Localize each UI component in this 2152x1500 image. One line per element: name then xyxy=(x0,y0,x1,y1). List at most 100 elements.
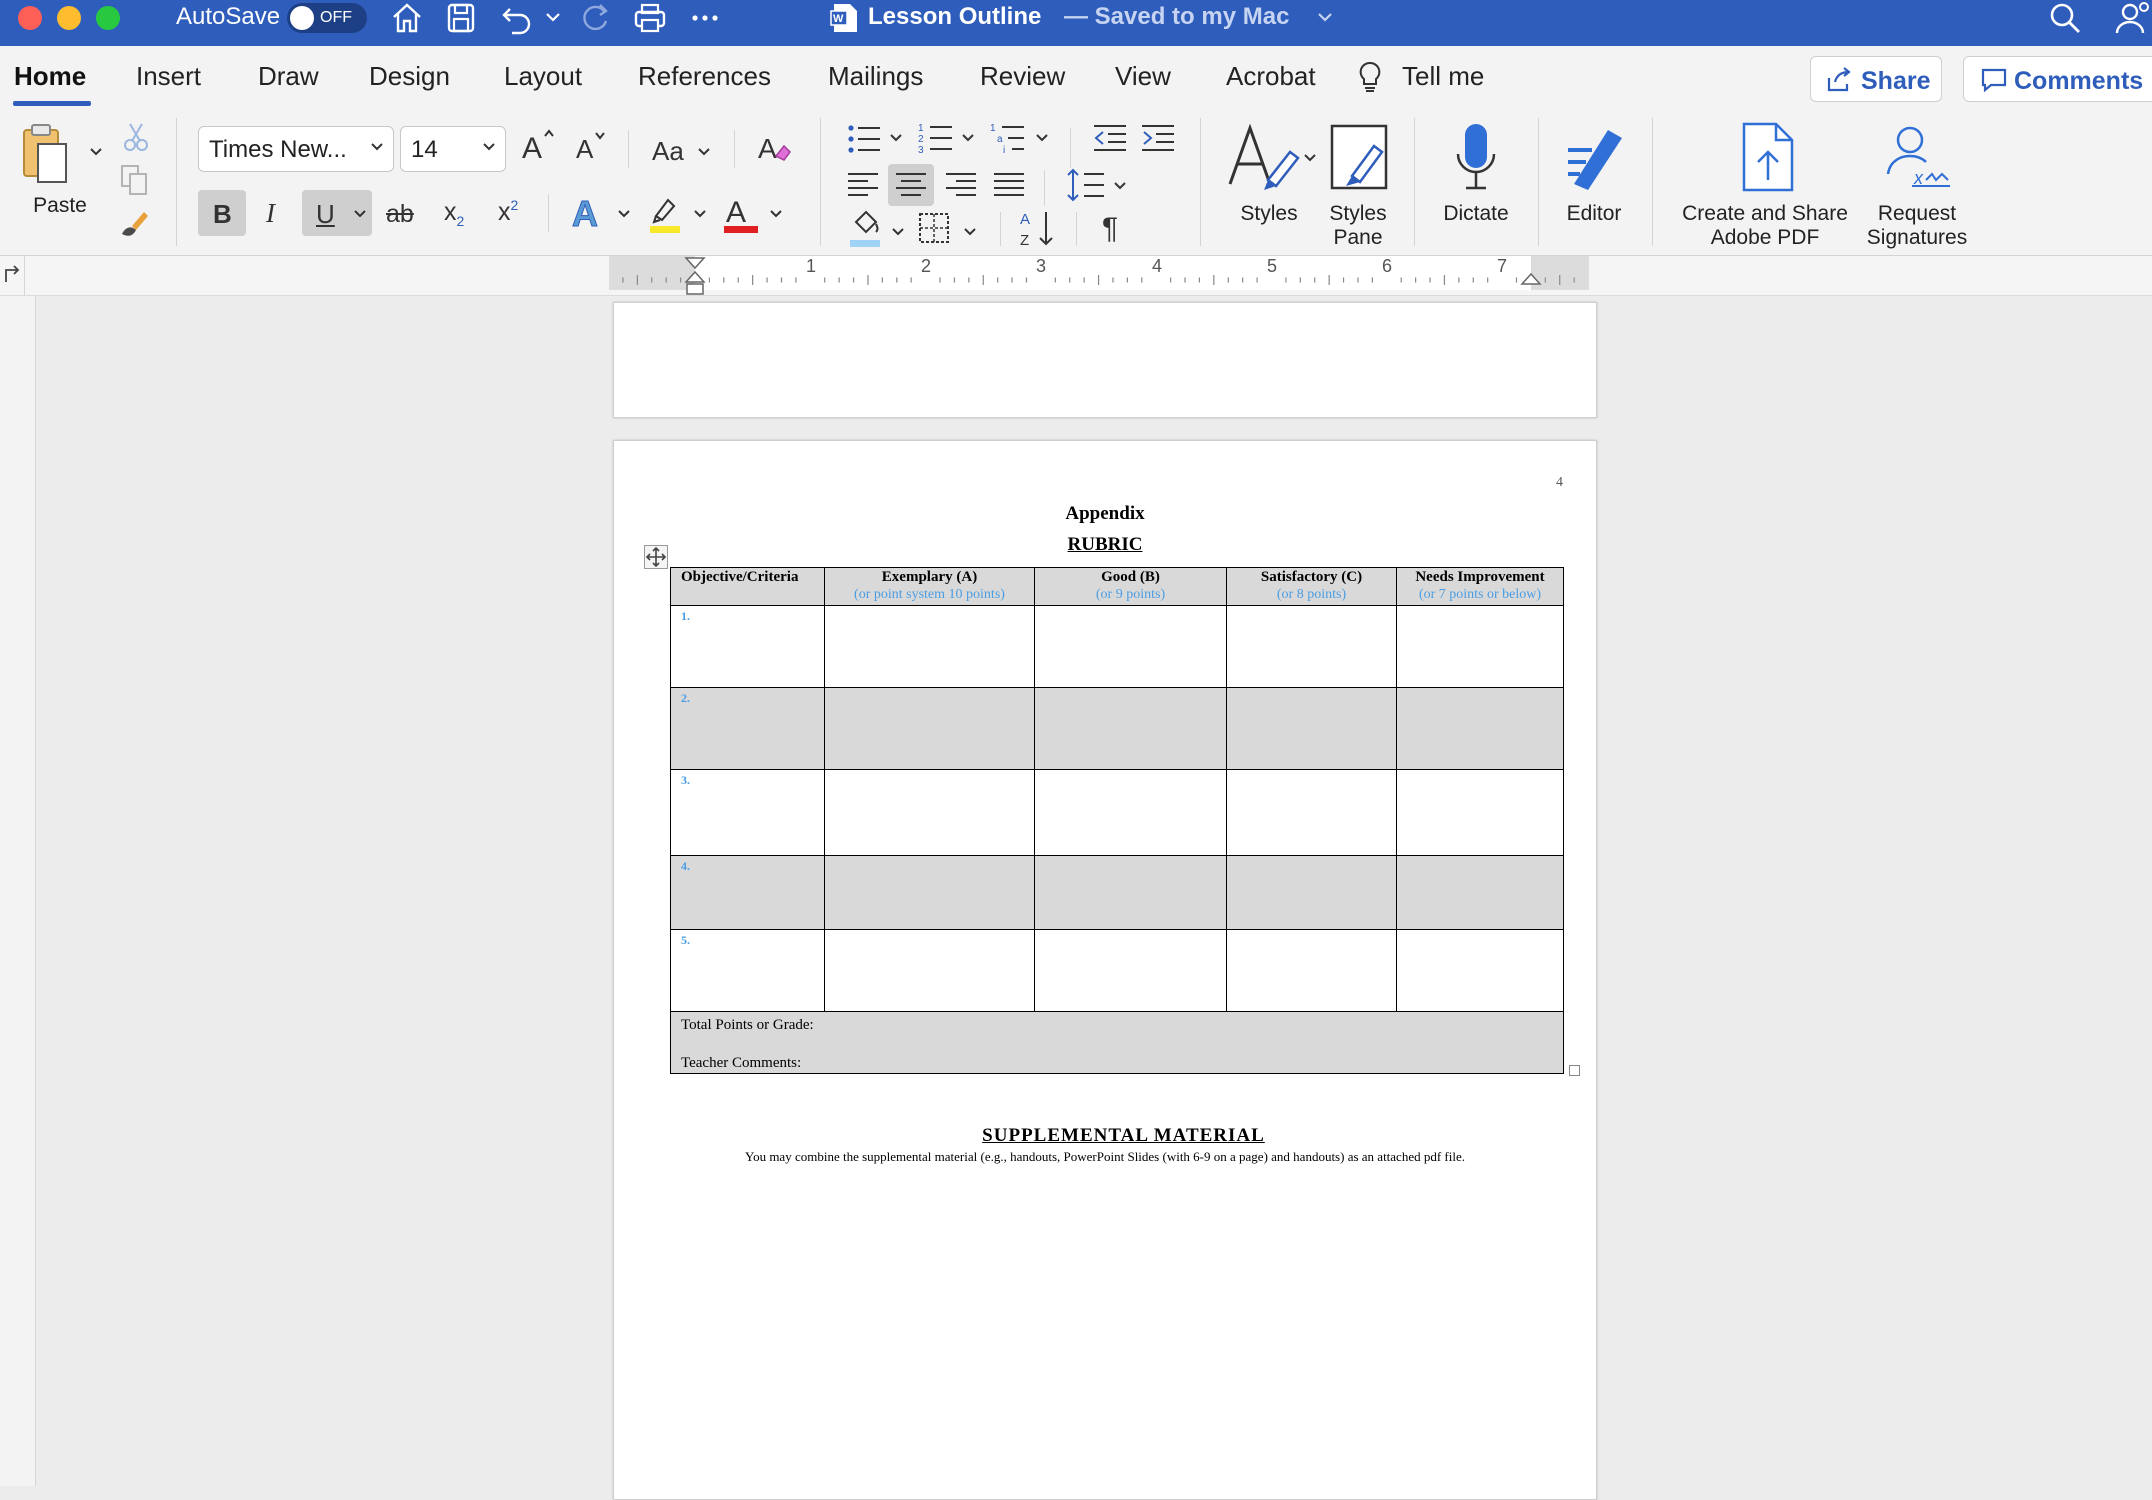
chevron-down-icon[interactable] xyxy=(888,130,904,146)
tab-draw[interactable]: Draw xyxy=(258,61,319,92)
account-icon[interactable] xyxy=(2114,1,2152,35)
table-cell[interactable] xyxy=(824,855,1035,930)
comments-button[interactable]: Comments xyxy=(1963,56,2152,102)
strikethrough-button[interactable]: ab xyxy=(386,200,414,229)
paste-button[interactable] xyxy=(22,122,68,184)
table-cell[interactable] xyxy=(1396,605,1564,688)
numbering-icon[interactable]: 123 xyxy=(918,120,954,156)
chevron-down-icon[interactable] xyxy=(692,206,708,222)
tell-me-search[interactable]: Tell me xyxy=(1402,61,1484,92)
font-color-icon[interactable]: A xyxy=(722,192,760,234)
table-cell[interactable] xyxy=(1034,769,1227,856)
chevron-down-icon[interactable] xyxy=(1316,8,1334,26)
chevron-down-icon[interactable] xyxy=(696,144,712,160)
styles-button[interactable]: Styles xyxy=(1222,118,1322,248)
tab-mailings[interactable]: Mailings xyxy=(828,61,923,92)
editor-button[interactable]: Editor xyxy=(1554,118,1634,248)
table-cell[interactable] xyxy=(1396,929,1564,1012)
subscript-button[interactable]: x2 xyxy=(444,198,464,229)
table-cell[interactable] xyxy=(1034,687,1227,770)
italic-button[interactable]: I xyxy=(266,198,275,229)
more-icon[interactable] xyxy=(688,1,722,35)
tab-review[interactable]: Review xyxy=(980,61,1065,92)
font-name-select[interactable]: Times New... xyxy=(198,126,394,172)
zoom-window-button[interactable] xyxy=(96,6,120,30)
document-save-status[interactable]: — Saved to my Mac xyxy=(1064,3,1289,31)
criteria-cell[interactable]: 5. xyxy=(670,929,825,1012)
sort-icon[interactable]: AZ xyxy=(1018,208,1058,248)
clear-formatting-icon[interactable]: A xyxy=(756,130,794,164)
table-cell[interactable] xyxy=(824,605,1035,688)
tab-layout[interactable]: Layout xyxy=(504,61,582,92)
request-signatures-button[interactable]: x Request Signatures xyxy=(1860,118,1974,258)
chevron-down-icon[interactable] xyxy=(890,224,906,240)
chevron-down-icon[interactable] xyxy=(616,206,632,222)
table-cell[interactable] xyxy=(1226,855,1397,930)
decrease-indent-icon[interactable] xyxy=(1092,122,1128,154)
table-cell[interactable] xyxy=(824,687,1035,770)
table-cell[interactable] xyxy=(1396,769,1564,856)
page-4[interactable]: 4 Appendix RUBRIC Objective/Criteria Exe… xyxy=(613,440,1597,1500)
table-cell[interactable] xyxy=(1396,687,1564,770)
undo-icon[interactable] xyxy=(500,1,534,35)
column-header[interactable]: Exemplary (A) (or point system 10 points) xyxy=(824,567,1035,606)
table-cell[interactable] xyxy=(1396,855,1564,930)
align-center-button[interactable] xyxy=(888,164,934,206)
first-line-indent-marker[interactable] xyxy=(684,256,706,296)
table-cell[interactable] xyxy=(1034,929,1227,1012)
chevron-down-icon[interactable] xyxy=(768,206,784,222)
column-header[interactable]: Good (B) (or 9 points) xyxy=(1034,567,1227,606)
bullets-icon[interactable] xyxy=(846,122,882,156)
tab-insert[interactable]: Insert xyxy=(136,61,201,92)
chevron-down-icon[interactable] xyxy=(1034,130,1050,146)
text-effects-icon[interactable]: A xyxy=(570,192,608,233)
document-canvas[interactable]: 4 Appendix RUBRIC Objective/Criteria Exe… xyxy=(0,296,2152,1500)
table-move-handle[interactable] xyxy=(644,545,668,569)
copy-icon[interactable] xyxy=(118,164,150,196)
chevron-down-icon[interactable] xyxy=(962,224,978,240)
print-icon[interactable] xyxy=(632,1,668,35)
undo-dropdown-icon[interactable] xyxy=(544,8,562,26)
chevron-down-icon[interactable] xyxy=(960,130,976,146)
criteria-cell[interactable]: 1. xyxy=(670,605,825,688)
cut-icon[interactable] xyxy=(122,122,150,152)
tab-view[interactable]: View xyxy=(1115,61,1171,92)
column-header[interactable]: Satisfactory (C) (or 8 points) xyxy=(1226,567,1397,606)
multilevel-list-icon[interactable]: 1ai xyxy=(990,120,1026,156)
horizontal-ruler[interactable]: 1 2 3 4 5 6 7 xyxy=(0,256,2152,296)
column-header[interactable]: Needs Improvement (or 7 points or below) xyxy=(1396,567,1564,606)
table-cell[interactable] xyxy=(1226,605,1397,688)
shading-icon[interactable] xyxy=(848,208,882,248)
tab-acrobat[interactable]: Acrobat xyxy=(1226,61,1316,92)
redo-icon[interactable] xyxy=(578,1,612,35)
table-cell[interactable] xyxy=(1034,605,1227,688)
superscript-button[interactable]: x2 xyxy=(498,197,518,227)
table-cell[interactable] xyxy=(1034,855,1227,930)
bold-button[interactable]: B xyxy=(198,190,246,236)
home-icon[interactable] xyxy=(390,1,424,35)
increase-indent-icon[interactable] xyxy=(1140,122,1176,154)
table-cell[interactable] xyxy=(1226,929,1397,1012)
column-header[interactable]: Objective/Criteria xyxy=(670,567,825,606)
page-3-bottom[interactable] xyxy=(613,302,1597,418)
shrink-font-icon[interactable]: A xyxy=(574,130,608,162)
underline-button[interactable]: U xyxy=(302,190,372,236)
criteria-cell[interactable]: 4. xyxy=(670,855,825,930)
create-share-adobe-pdf-button[interactable]: Create and Share Adobe PDF xyxy=(1670,118,1860,258)
criteria-cell[interactable]: 3. xyxy=(670,769,825,856)
table-cell[interactable] xyxy=(1226,687,1397,770)
align-right-icon[interactable] xyxy=(944,170,978,200)
tab-references[interactable]: References xyxy=(638,61,771,92)
borders-icon[interactable] xyxy=(918,212,950,244)
show-formatting-marks-button[interactable]: ¶ xyxy=(1102,212,1118,246)
close-window-button[interactable] xyxy=(18,6,42,30)
dictate-button[interactable]: Dictate xyxy=(1430,118,1522,248)
grade-comments-cell[interactable]: Total Points or Grade: Teacher Comments: xyxy=(670,1011,1564,1074)
tab-design[interactable]: Design xyxy=(369,61,450,92)
rubric-table[interactable]: Objective/Criteria Exemplary (A) (or poin… xyxy=(670,567,1564,1074)
table-cell[interactable] xyxy=(1226,769,1397,856)
justify-icon[interactable] xyxy=(992,170,1026,200)
highlight-color-icon[interactable] xyxy=(646,194,684,234)
share-button[interactable]: Share xyxy=(1810,56,1942,102)
criteria-cell[interactable]: 2. xyxy=(670,687,825,770)
